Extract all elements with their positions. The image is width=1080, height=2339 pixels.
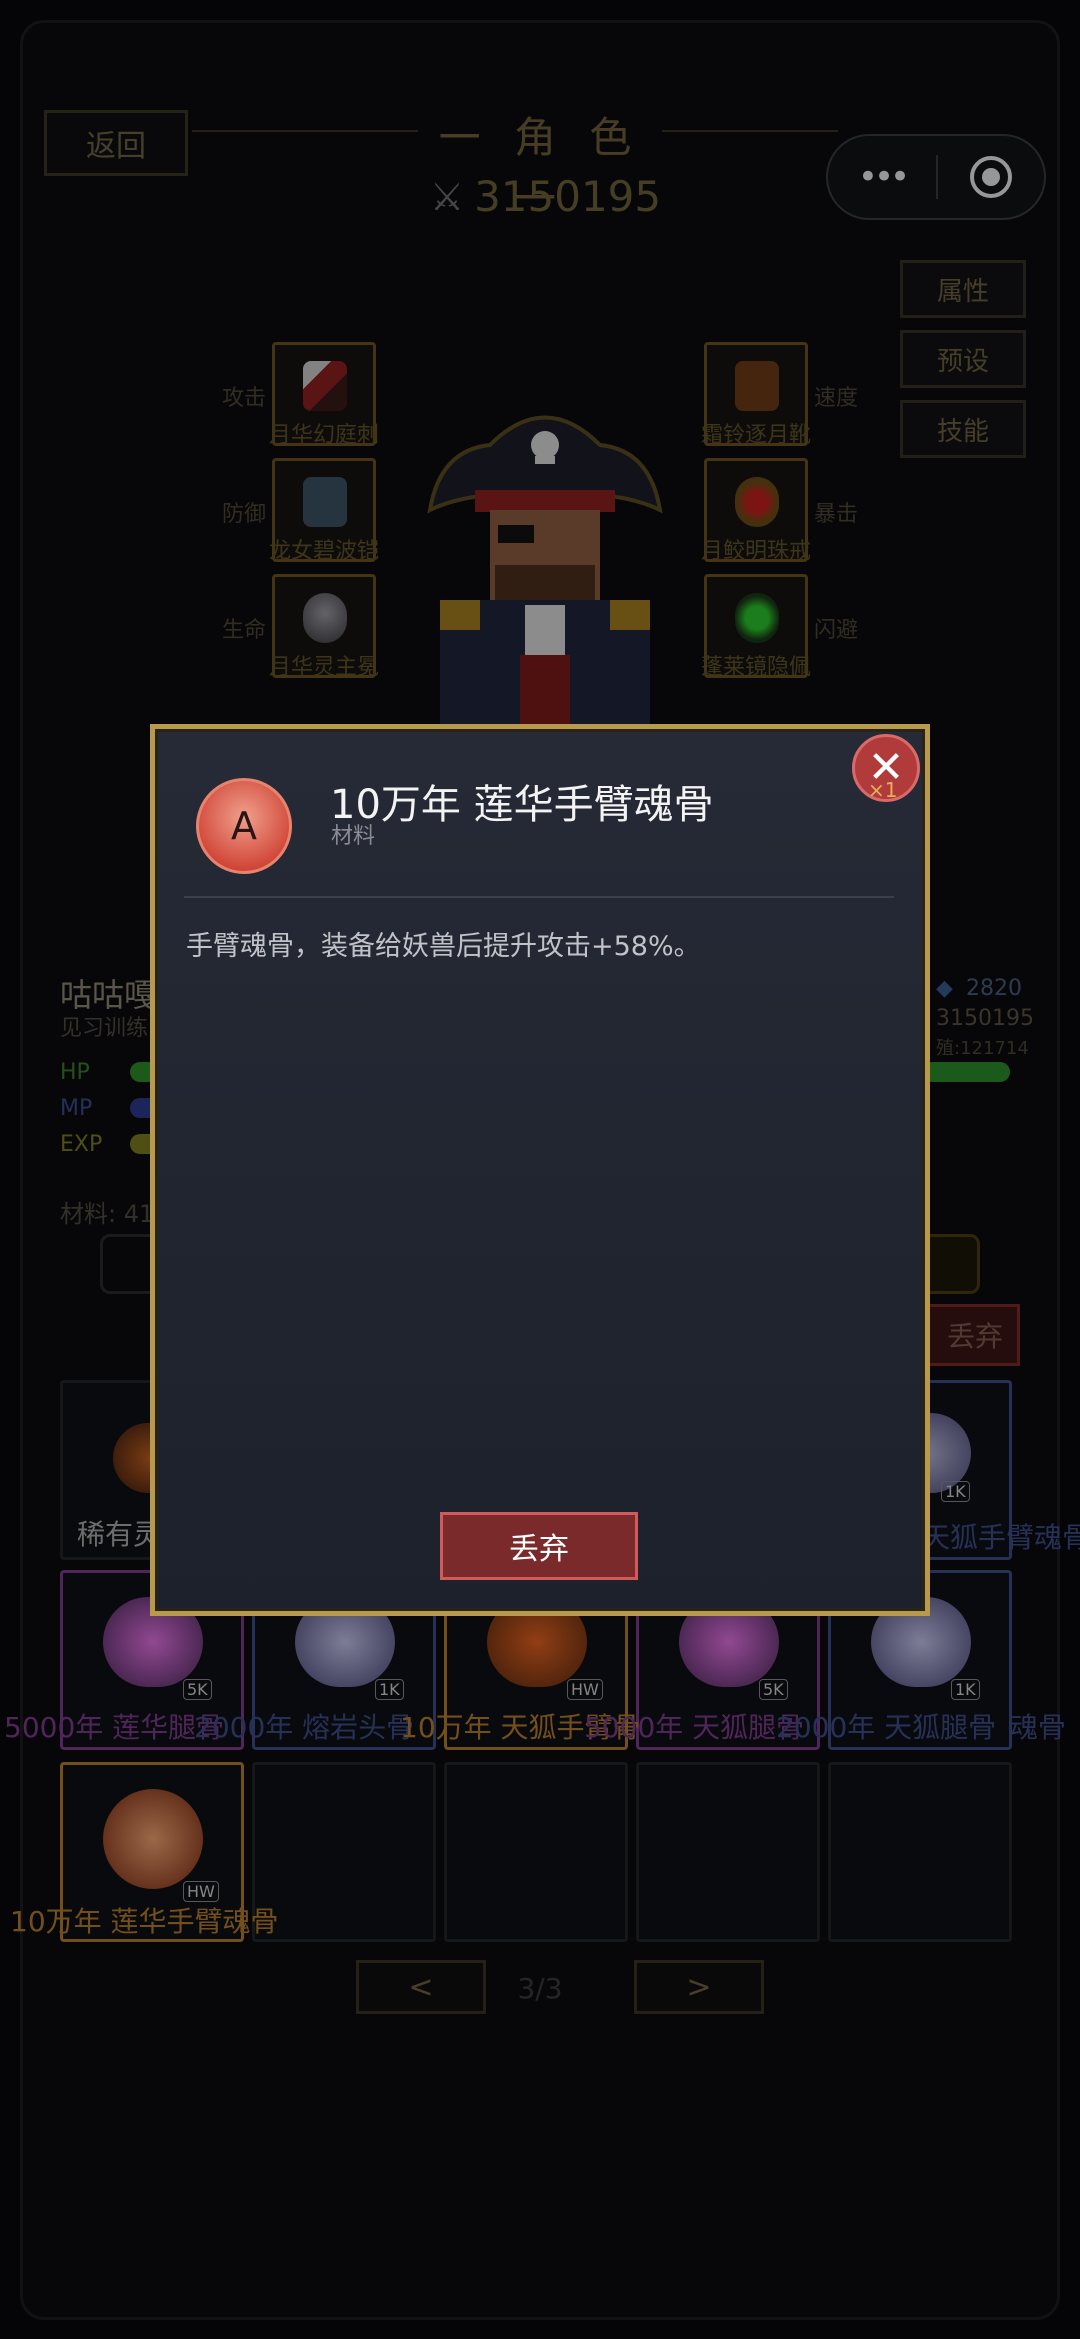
- item-name: 10万年 莲华手臂魂骨: [330, 782, 714, 828]
- item-count: ×1: [868, 778, 898, 802]
- modal-divider: [184, 896, 894, 898]
- grade-letter: A: [231, 804, 257, 848]
- grade-icon: A: [196, 778, 292, 874]
- item-description: 手臂魂骨，装备给妖兽后提升攻击+58%。: [186, 931, 701, 962]
- discard-button[interactable]: 丢弃: [440, 1512, 638, 1580]
- item-type: 材料: [331, 824, 376, 849]
